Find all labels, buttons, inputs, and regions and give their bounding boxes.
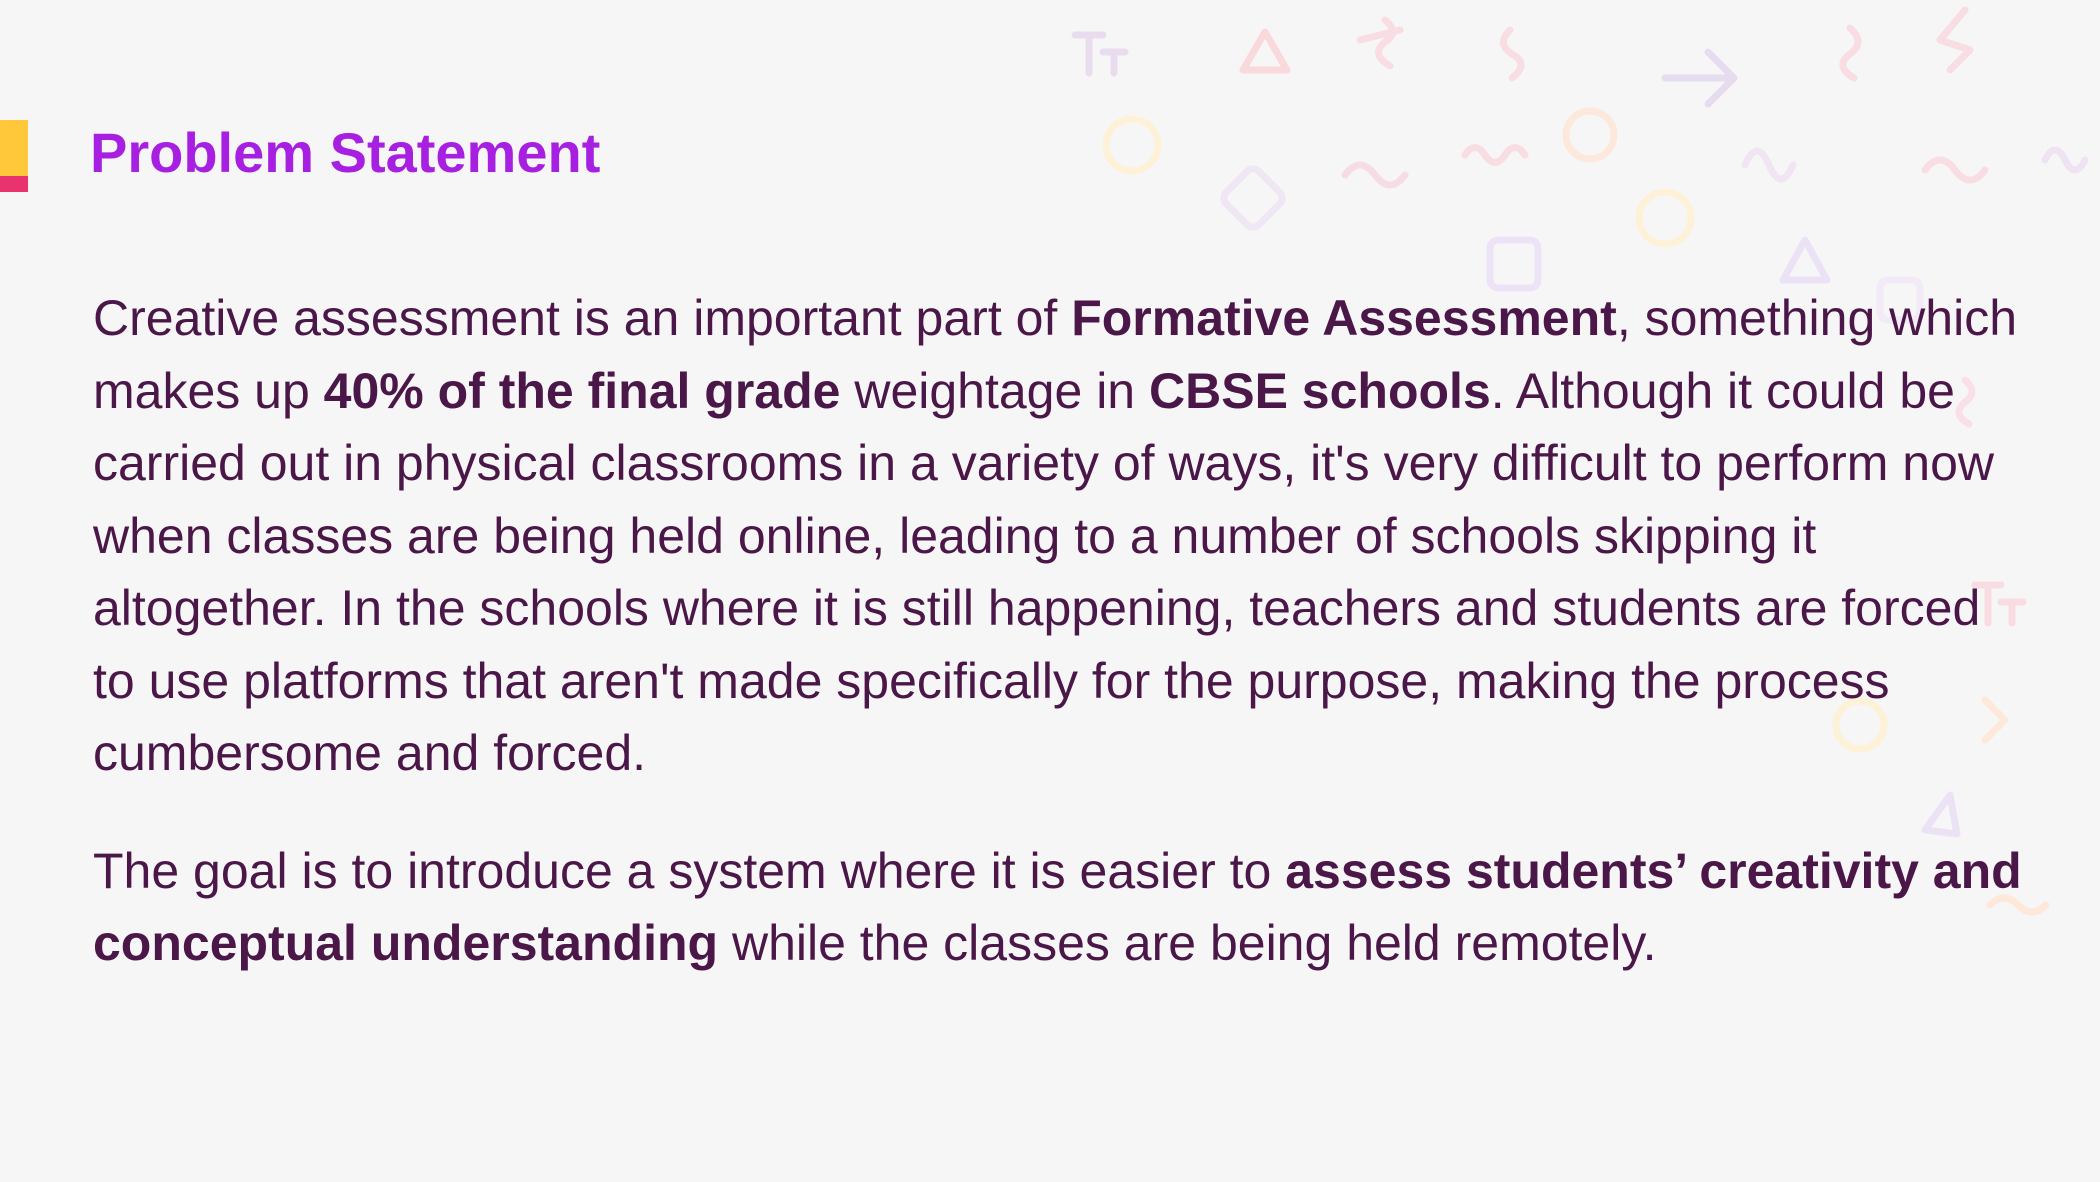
text-size-icon xyxy=(1071,31,1129,77)
text-run: The goal is to introduce a system where … xyxy=(93,842,1286,899)
paragraph-goal: The goal is to introduce a system where … xyxy=(93,835,2023,980)
square-icon xyxy=(1220,165,1286,231)
squiggle-icon xyxy=(1921,156,1989,184)
square-icon xyxy=(1486,236,1542,292)
squiggle-icon xyxy=(2041,146,2089,174)
text-run: while the classes are being held remotel… xyxy=(718,915,1657,971)
squiggle-icon xyxy=(1741,147,1797,183)
squiggle-icon xyxy=(1500,26,1525,82)
emphasis-final-grade: 40% of the final grade xyxy=(323,362,841,419)
squiggle-icon xyxy=(1461,144,1529,166)
squiggle-icon xyxy=(1936,6,1974,74)
squiggle-icon xyxy=(1839,24,1862,82)
accent-bar xyxy=(0,120,28,192)
emphasis-cbse-schools: CBSE schools xyxy=(1149,362,1491,419)
text-run: . Although it could be carried out in ph… xyxy=(93,362,1995,782)
circle-icon xyxy=(1102,115,1162,175)
slide: Problem Statement Creative assessment is… xyxy=(0,0,2100,1182)
triangle-icon xyxy=(1779,236,1831,284)
text-run: Creative assessment is an important part… xyxy=(93,290,1072,346)
accent-bar-pink xyxy=(0,176,28,192)
circle-icon xyxy=(1635,188,1695,248)
emphasis-formative-assessment: Formative Assessment xyxy=(1071,290,1617,346)
text-run: weightage in xyxy=(840,362,1149,419)
slide-body: Creative assessment is an important part… xyxy=(93,282,2023,980)
accent-bar-yellow xyxy=(0,120,28,176)
squiggle-icon xyxy=(1356,16,1404,70)
squiggle-icon xyxy=(1341,161,1409,189)
triangle-icon xyxy=(1239,28,1291,74)
slide-title: Problem Statement xyxy=(90,121,601,184)
paragraph-problem: Creative assessment is an important part… xyxy=(93,282,2023,790)
arrow-icon xyxy=(1661,48,1738,108)
circle-icon xyxy=(1562,107,1618,163)
